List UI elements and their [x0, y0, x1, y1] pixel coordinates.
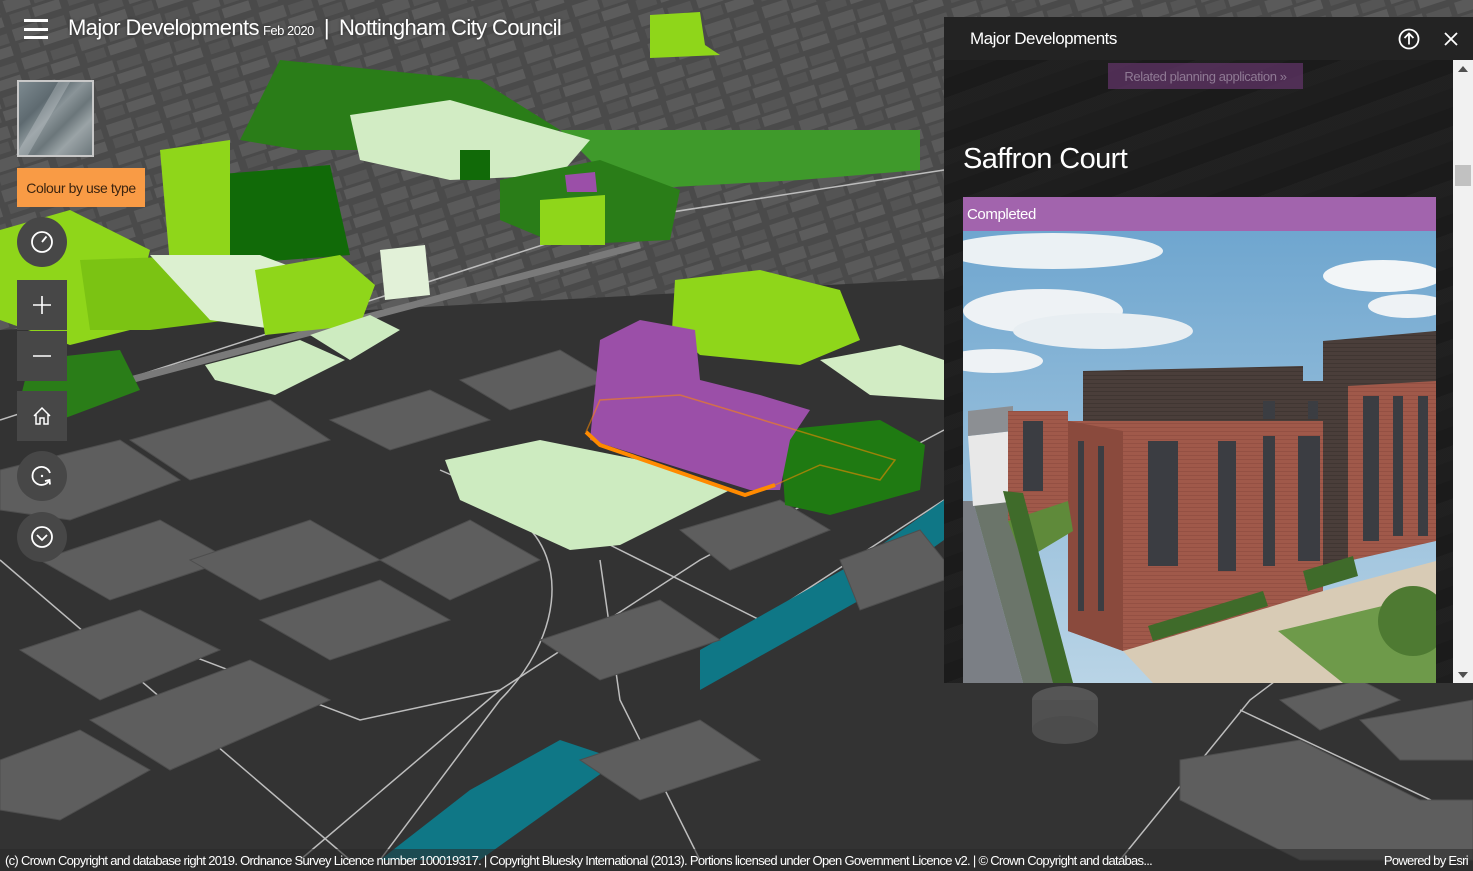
development-photo [963, 231, 1436, 683]
round-building-base [1032, 716, 1098, 744]
menu-button[interactable] [24, 19, 48, 39]
dev-building-lime[interactable] [160, 140, 230, 265]
compass-icon [31, 231, 53, 253]
title-separator: | [323, 15, 330, 40]
rotate-button[interactable] [17, 451, 67, 501]
basemap-toggle-button[interactable] [17, 80, 94, 157]
zoom-in-button[interactable] [17, 280, 67, 330]
powered-by-esri-link[interactable]: Powered by Esri [1384, 853, 1469, 868]
colour-by-use-type-button[interactable]: Colour by use type [17, 168, 145, 207]
app-date: Feb 2020 [262, 23, 314, 38]
attribution-credits[interactable]: (c) Crown Copyright and database right 2… [5, 853, 1364, 868]
hamburger-icon-bar [24, 36, 48, 39]
app-title: Major Developments Feb 2020 | Nottingham… [68, 15, 562, 41]
plus-icon [33, 296, 51, 314]
compass-button[interactable] [17, 217, 67, 267]
chevron-down-circle-icon [31, 526, 53, 548]
scroll-down-button[interactable] [1453, 666, 1473, 683]
popup-title: Major Developments [970, 28, 1117, 48]
building-rendering [963, 231, 1436, 683]
hamburger-icon-bar [24, 27, 48, 31]
app-title-text: Major Developments [68, 15, 260, 40]
dev-building-lime[interactable] [540, 195, 605, 245]
home-button[interactable] [17, 391, 67, 441]
caret-up-icon [1458, 65, 1468, 72]
dev-building-pale[interactable] [380, 245, 430, 300]
dock-button[interactable] [1391, 21, 1427, 57]
caret-down-icon [1458, 671, 1468, 678]
popup-header: Major Developments [944, 17, 1473, 60]
feature-name: Saffron Court [963, 143, 1128, 175]
app-header: Major Developments Feb 2020 | Nottingham… [0, 0, 562, 56]
dev-building-purple[interactable] [565, 172, 597, 192]
minus-icon [33, 355, 51, 357]
popup-content: Related planning application » Saffron C… [944, 60, 1454, 683]
close-icon [1444, 31, 1458, 46]
expand-button[interactable] [17, 512, 67, 562]
popup-scrollbar[interactable] [1453, 60, 1473, 683]
map-attribution: (c) Crown Copyright and database right 2… [0, 849, 1473, 871]
dev-building-dark-green[interactable] [210, 165, 350, 265]
dev-building-dark-green[interactable] [460, 150, 490, 180]
scroll-thumb[interactable] [1455, 165, 1471, 186]
home-icon [33, 406, 51, 425]
dock-icon [1398, 28, 1420, 49]
close-button[interactable] [1433, 21, 1469, 57]
status-badge: Completed [963, 197, 1436, 231]
related-planning-application-link[interactable]: Related planning application » [1108, 63, 1303, 89]
zoom-out-button[interactable] [17, 331, 67, 381]
popup-panel: Major Developments Related planning appl… [944, 17, 1473, 683]
rotate-icon [31, 466, 51, 486]
organisation-name: Nottingham City Council [339, 15, 562, 40]
hamburger-icon-bar [24, 19, 48, 22]
scroll-up-button[interactable] [1453, 60, 1473, 77]
